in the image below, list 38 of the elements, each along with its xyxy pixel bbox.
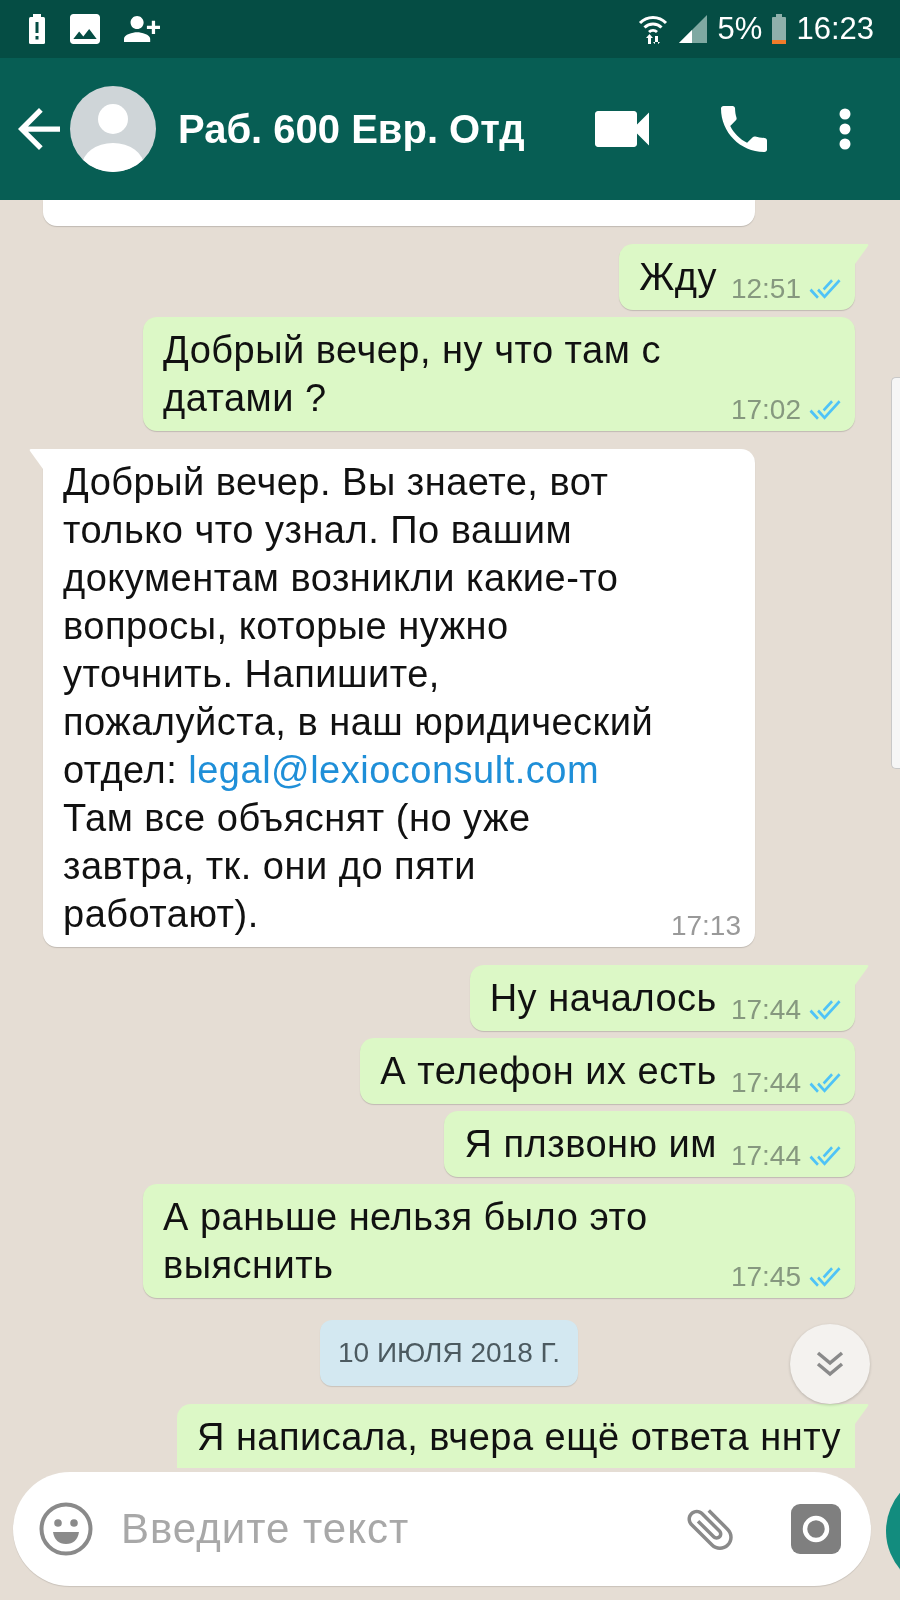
add-person-icon <box>124 14 160 44</box>
message-text: Добрый вечер, ну что там с датами ? <box>163 328 662 421</box>
phone-icon[interactable] <box>721 106 767 152</box>
camera-icon[interactable] <box>791 1504 841 1554</box>
double-chevron-icon <box>815 1350 845 1378</box>
email-link[interactable]: legal@lexioconsult.com <box>188 749 600 791</box>
scroll-down-button[interactable] <box>790 1324 870 1404</box>
message-time: 17:44 <box>730 1141 801 1171</box>
message-text: Я плзвоню им <box>464 1122 717 1167</box>
clock-time: 16:23 <box>796 11 874 47</box>
emoji-icon[interactable] <box>39 1502 93 1556</box>
signal-icon <box>677 14 708 44</box>
more-options-icon[interactable] <box>839 108 851 150</box>
message-text: А раньше нельзя было это выяснить <box>163 1195 649 1288</box>
message-text: А телефон их есть <box>380 1049 717 1094</box>
battery-alert-icon <box>28 14 46 44</box>
message-text: Добрый вечер. Вы знаете, вот только что узнал. По вашим документам возникли какие-то вопросы, которые нужно уточнить. Напишите, пожалуйста, в наш юридический отдел: legal@lexioconsult.com Там все объяснят (но уже завтра, тк. они до пяти работают). <box>63 460 655 937</box>
message-time: 17:02 <box>730 395 801 425</box>
video-camera-icon[interactable] <box>595 111 649 147</box>
message-time: 12:51 <box>730 274 801 304</box>
date-label: 10 ИЮЛЯ 2018 Г. <box>319 1320 578 1386</box>
image-icon <box>70 14 100 44</box>
battery-icon <box>772 14 787 44</box>
message-time: 17:44 <box>730 1068 801 1098</box>
chat-title[interactable]: Раб. 600 Евр. Отд <box>178 106 525 152</box>
battery-percent: 5% <box>717 11 763 47</box>
message-text: Жду <box>639 255 717 300</box>
message-input-field[interactable]: Введите текст <box>13 1472 871 1586</box>
message-time: 17:13 <box>670 911 741 941</box>
message-text: Я написала, вчера ещё ответа ннту <box>196 1415 841 1460</box>
message-time: 17:45 <box>730 1262 801 1292</box>
avatar-icon[interactable] <box>70 86 156 172</box>
message-time: 17:44 <box>730 995 801 1025</box>
scrollbar-thumb[interactable] <box>891 377 900 769</box>
message-input[interactable]: Введите текст <box>121 1501 662 1557</box>
message-text: Ну началось <box>489 976 717 1021</box>
back-arrow-icon[interactable] <box>18 108 60 150</box>
wifi-icon <box>637 14 668 44</box>
